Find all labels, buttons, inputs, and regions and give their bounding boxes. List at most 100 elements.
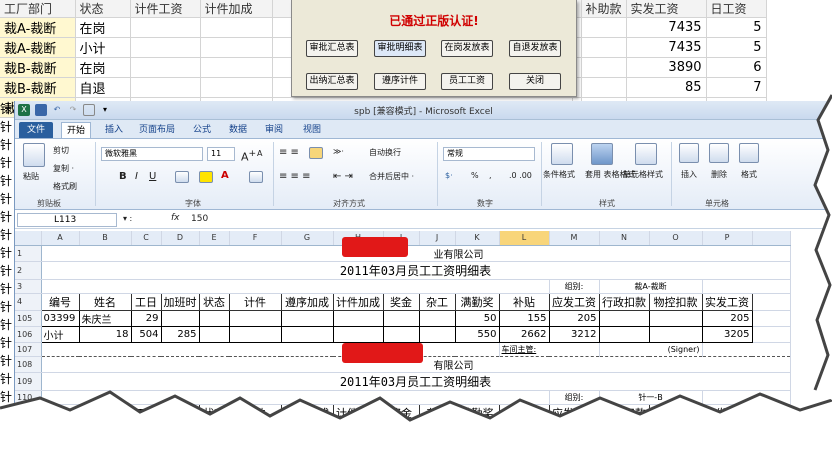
percent-button[interactable]: %	[471, 171, 479, 180]
insert-cells-button[interactable]: 插入	[681, 169, 697, 180]
header-award[interactable]: 奖金	[382, 403, 420, 422]
cell-gross[interactable]: 205	[548, 309, 600, 327]
format-painter-button[interactable]: 格式刷	[53, 181, 77, 192]
cell-id[interactable]: 03399	[40, 309, 80, 327]
column-header[interactable]: D	[161, 231, 200, 246]
report-title-cell[interactable]: 2011年03月员工工资明细表	[41, 372, 791, 391]
header-status[interactable]: 状态	[198, 292, 230, 311]
cell-name[interactable]	[78, 420, 132, 436]
header-seq-bonus[interactable]: 遵序加成	[280, 403, 334, 422]
header-gross[interactable]: 应发工资	[548, 292, 600, 311]
tab-page-layout[interactable]: 页面布局	[135, 122, 179, 138]
bg-cell-status[interactable]: 在岗	[75, 17, 131, 38]
number-format-select[interactable]: 常规	[443, 147, 535, 161]
cell-subsidy[interactable]: 2662	[498, 325, 550, 343]
cell[interactable]	[598, 420, 650, 436]
cell[interactable]	[701, 420, 753, 436]
bg-cell-day[interactable]: 6	[706, 57, 767, 78]
bg-cell-day[interactable]: 5	[706, 37, 767, 58]
row-header[interactable]: 111	[15, 404, 42, 422]
row-header[interactable]: 3	[15, 279, 42, 294]
cell[interactable]	[498, 420, 550, 436]
header-material-deduct[interactable]: 物控扣款	[648, 292, 703, 311]
cell[interactable]	[228, 309, 282, 327]
cell-gross[interactable]: 3212	[548, 325, 600, 343]
select-all-corner[interactable]	[15, 231, 42, 246]
header-name[interactable]: 姓名	[78, 403, 132, 422]
wrap-text-button[interactable]: 自动换行	[369, 147, 401, 158]
cell-overtime[interactable]: 100	[160, 420, 200, 436]
cell[interactable]	[198, 420, 230, 436]
header-days[interactable]: 工日	[130, 292, 162, 311]
font-color-icon[interactable]: A	[221, 170, 229, 181]
delete-cells-button[interactable]: 删除	[711, 169, 727, 180]
employee-wage-button[interactable]: 员工工资	[441, 73, 493, 90]
name-box[interactable]: L113	[17, 213, 117, 227]
paste-label[interactable]: 粘贴	[23, 171, 39, 182]
table-format-icon[interactable]	[591, 143, 613, 165]
group-value-cell[interactable]: 裁A-裁断	[599, 279, 703, 294]
column-header[interactable]: E	[199, 231, 230, 246]
cell[interactable]	[382, 309, 420, 327]
report-title-cell[interactable]: 2011年03月员工工资明细表	[41, 261, 791, 280]
phonetic-icon[interactable]	[249, 171, 263, 183]
header-piece[interactable]: 计件	[228, 292, 282, 311]
row-header[interactable]: 107	[15, 342, 42, 357]
close-button[interactable]: 关闭	[509, 73, 561, 90]
column-header-selected[interactable]: L	[499, 231, 550, 246]
column-header[interactable]: O	[649, 231, 703, 246]
bg-cell-day[interactable]: 7	[706, 77, 767, 98]
row-header[interactable]: 4	[15, 293, 42, 311]
conditional-format-icon[interactable]	[551, 143, 573, 165]
column-header[interactable]: K	[455, 231, 500, 246]
header-material-deduct[interactable]: 物控扣款	[648, 403, 703, 422]
header-status[interactable]: 状态	[198, 403, 230, 422]
cell[interactable]	[198, 309, 230, 327]
cell-name[interactable]: 朱庆兰	[78, 309, 132, 327]
row-header[interactable]: 110	[15, 390, 42, 405]
cell[interactable]	[598, 325, 650, 343]
tab-insert[interactable]: 插入	[99, 122, 129, 138]
bg-cell-pay[interactable]: 85	[626, 77, 707, 98]
align-left-icon[interactable]: ≡ ≡ ≡	[279, 171, 311, 182]
format-cells-icon[interactable]	[739, 143, 759, 163]
row-header[interactable]: 106	[15, 326, 42, 343]
delete-cells-icon[interactable]	[709, 143, 729, 163]
bg-cell-status[interactable]: 小计	[75, 37, 131, 58]
cut-button[interactable]: 剪切	[53, 145, 69, 156]
cell-days[interactable]: 504	[130, 325, 162, 343]
header-admin-deduct[interactable]: 行政扣款	[598, 292, 650, 311]
column-header[interactable]: F	[229, 231, 282, 246]
bg-cell-pay[interactable]: 3890	[626, 57, 707, 78]
header-overtime[interactable]: 加班时	[160, 292, 200, 311]
bg-cell-pay[interactable]: 7435	[626, 17, 707, 38]
cell-net[interactable]: 3205	[701, 325, 753, 343]
grow-font-icon[interactable]: A+	[241, 148, 256, 164]
header-net[interactable]: 实发工资	[701, 292, 753, 311]
cell-name[interactable]: 18	[78, 325, 132, 343]
column-header[interactable]: A	[41, 231, 80, 246]
header-days[interactable]: 工日	[130, 403, 162, 422]
function-icon[interactable]: fx	[171, 213, 180, 223]
cell[interactable]	[332, 309, 384, 327]
cell-style-button[interactable]: 单元格样式	[623, 169, 663, 180]
cell[interactable]	[280, 420, 334, 436]
header-misc[interactable]: 杂工	[418, 403, 456, 422]
cell-net[interactable]: 205	[701, 309, 753, 327]
cell[interactable]	[598, 309, 650, 327]
header-award[interactable]: 奖金	[382, 292, 420, 311]
approval-summary-button[interactable]: 审批汇总表	[306, 40, 358, 57]
column-header[interactable]: G	[281, 231, 334, 246]
header-overtime[interactable]: 加班时	[160, 403, 200, 422]
cashier-summary-button[interactable]: 出纳汇总表	[306, 73, 358, 90]
supervisor-label[interactable]: 车间主管:	[499, 342, 600, 357]
formula-input[interactable]: 150	[191, 214, 208, 224]
tab-file[interactable]: 文件	[19, 122, 53, 138]
header-name[interactable]: 姓名	[78, 292, 132, 311]
column-header[interactable]: B	[79, 231, 132, 246]
resigned-payout-button[interactable]: 自退发放表	[509, 40, 561, 57]
align-top-icon[interactable]: ≡ ≡	[279, 147, 299, 158]
tab-review[interactable]: 审阅	[259, 122, 289, 138]
border-icon[interactable]	[175, 171, 189, 183]
header-attendance[interactable]: 满勤奖	[454, 403, 500, 422]
